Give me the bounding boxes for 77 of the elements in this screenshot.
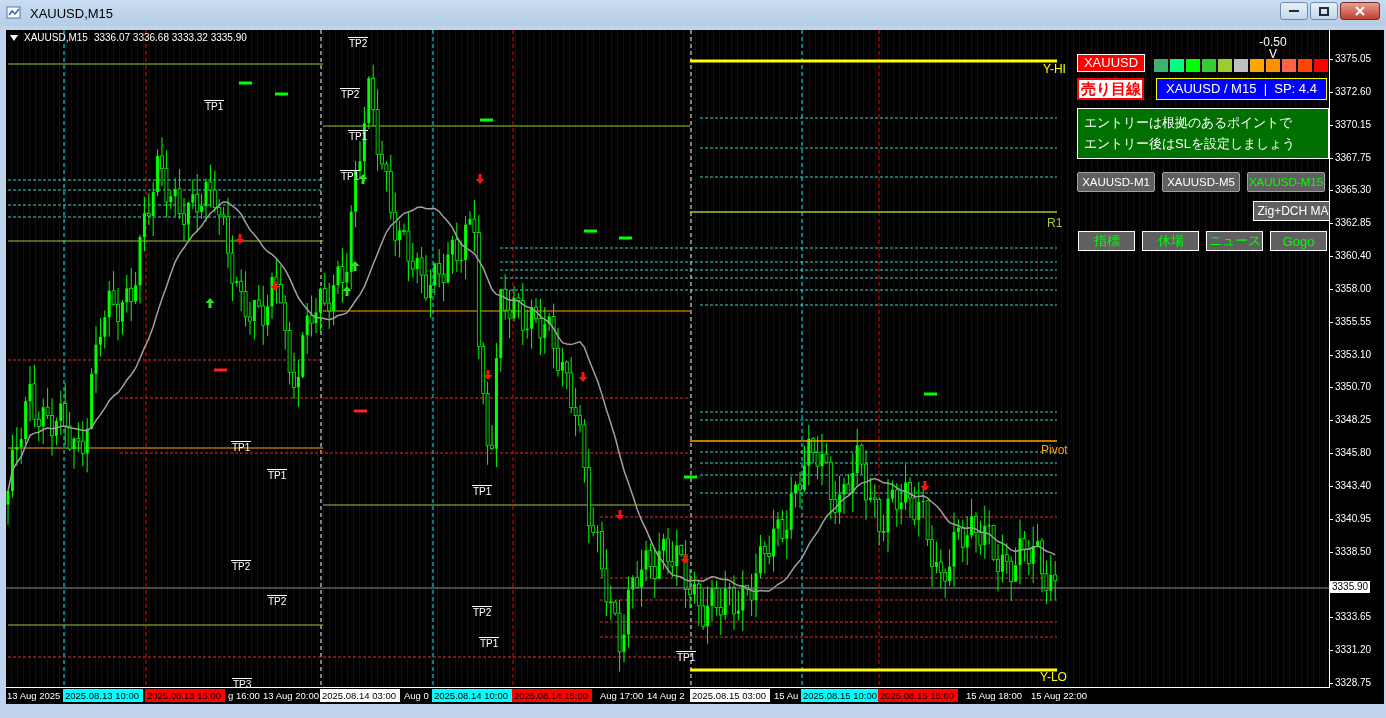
close-button[interactable] xyxy=(1340,2,1380,20)
price-label: 3348.25 xyxy=(1335,414,1372,427)
price-label: 3345.80 xyxy=(1335,447,1372,460)
symbol-info-box: XAUUSD / M15 | SP: 4.4 xyxy=(1156,78,1327,100)
level-label: Pivot xyxy=(1041,443,1068,457)
strength-value: -0.50 xyxy=(1259,36,1287,49)
price-label: 3367.75 xyxy=(1335,151,1372,164)
tool-button[interactable]: 指標 xyxy=(1078,231,1135,251)
price-label: 3333.65 xyxy=(1335,611,1372,624)
price-label: 3372.60 xyxy=(1335,85,1372,98)
level-label: Y-LO xyxy=(1040,670,1067,684)
price-label: 3343.40 xyxy=(1335,479,1372,492)
tp-label: TP1 xyxy=(267,469,288,481)
message-line: エントリー後はSLを設定しましょう xyxy=(1084,135,1296,153)
timeframe-button[interactable]: XAUUSD-M5 xyxy=(1162,172,1240,192)
tp-label: TP2 xyxy=(472,606,493,618)
chart-symbol: XAUUSD,M15 xyxy=(24,32,88,43)
indicator-button[interactable]: Zig+DCH MA xyxy=(1253,201,1329,221)
price-label: 3355.55 xyxy=(1335,315,1372,328)
price-label: 3360.40 xyxy=(1335,250,1372,262)
time-label: g 16:00 xyxy=(227,689,261,702)
restore-button[interactable] xyxy=(1310,2,1338,20)
bias-badge: 売り目線 xyxy=(1077,78,1144,100)
tp-label: TP2 xyxy=(348,37,369,49)
price-label: 3358.00 xyxy=(1335,282,1372,295)
ohlc-values: 3336.07 3336.68 3333.32 3335.90 xyxy=(93,32,247,43)
time-label: 13 Aug 2025 xyxy=(6,689,62,702)
tp-label: TP2 xyxy=(267,595,288,607)
symbol-label: XAUUSD xyxy=(1077,54,1145,72)
price-label: 3375.05 xyxy=(1335,53,1372,65)
tool-button[interactable]: Gogo xyxy=(1270,231,1327,251)
price-label: 3331.20 xyxy=(1335,644,1372,657)
time-label: 2025.08.15 10:00 xyxy=(801,689,881,702)
tool-button[interactable]: 休場 xyxy=(1142,231,1199,251)
time-label: 13 Aug 20:00 xyxy=(262,689,320,702)
time-label: 2025.08.14 03:00 xyxy=(320,689,400,702)
time-label: 2025.08.14 15:00 xyxy=(512,689,592,702)
tp-label: TP1 xyxy=(479,637,500,649)
tp-label: TP2 xyxy=(231,560,252,572)
timeframe-button[interactable]: XAUUSD-M1 xyxy=(1077,172,1155,192)
tp-label: TP2 xyxy=(340,88,361,100)
chart-window-icon xyxy=(6,5,22,21)
price-label: 3328.75 xyxy=(1335,676,1372,689)
restore-icon xyxy=(1319,6,1329,16)
window-title: XAUUSD,M15 xyxy=(30,5,115,21)
strength-pointer: V xyxy=(1269,49,1277,59)
tp-label: TP1 xyxy=(204,100,225,112)
price-label: 3370.15 xyxy=(1335,118,1372,131)
current-price-label: 3335.90 xyxy=(1330,580,1371,593)
time-label: 15 Au xyxy=(773,689,800,702)
price-label: 3362.85 xyxy=(1335,217,1372,230)
tp-label: TP1 xyxy=(231,441,252,453)
close-icon xyxy=(1355,6,1365,16)
timeframe-button[interactable]: XAUUSD-M15 xyxy=(1247,172,1325,192)
minimize-icon xyxy=(1289,9,1299,13)
level-label: Y-HI xyxy=(1043,62,1066,76)
message-line: エントリーは根拠のあるポイントで xyxy=(1084,114,1293,132)
price-label: 3340.95 xyxy=(1335,512,1372,525)
price-label: 3365.30 xyxy=(1335,184,1372,197)
time-label: 15 Aug 22:00 xyxy=(1030,689,1088,702)
time-label: Aug 17:00 xyxy=(599,689,645,702)
time-label: 14 Aug 2 xyxy=(646,689,686,702)
tp-label: TP1 xyxy=(472,485,493,497)
price-label: 3338.50 xyxy=(1335,545,1372,558)
time-label: 2025.08.15 15:00 xyxy=(878,689,958,702)
time-label: 2025.08.13 15:00 xyxy=(145,689,225,702)
time-label: 2025.08.14 10:00 xyxy=(432,689,512,702)
time-label: 15 Aug 18:00 xyxy=(965,689,1023,702)
price-label: 3353.10 xyxy=(1335,348,1372,361)
time-label: 2025.08.15 03:00 xyxy=(690,689,770,702)
time-label: Aug 0 xyxy=(403,689,430,702)
time-label: 2025.08.13 10:00 xyxy=(63,689,143,702)
dropdown-triangle-icon[interactable] xyxy=(10,34,18,41)
tool-button[interactable]: ニュース xyxy=(1206,231,1263,251)
tp-label: TP1 xyxy=(676,651,697,663)
minimize-button[interactable] xyxy=(1280,2,1308,20)
price-label: 3350.70 xyxy=(1335,381,1372,394)
